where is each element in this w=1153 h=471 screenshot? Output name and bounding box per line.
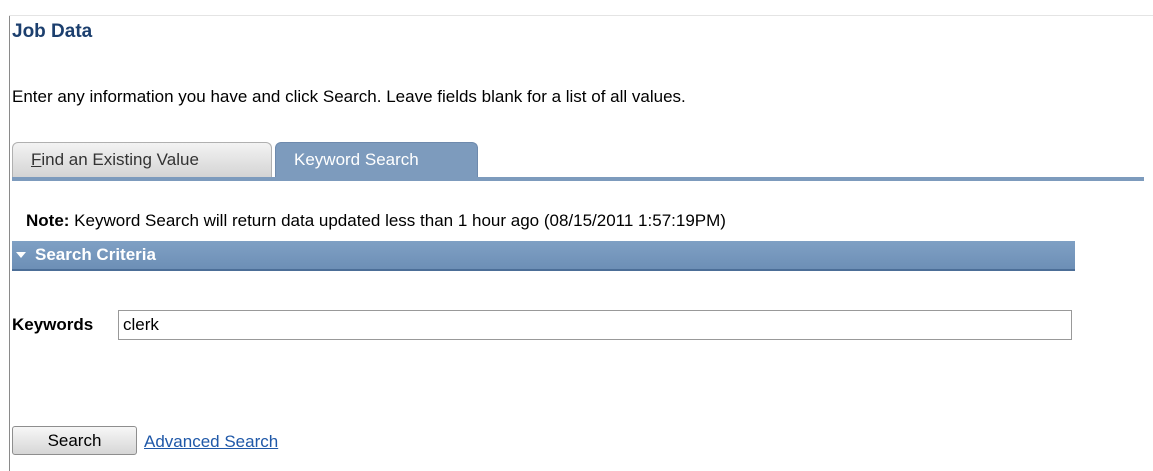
note-text: Note: Keyword Search will return data up… [26,211,726,231]
keywords-input[interactable] [118,310,1072,340]
tab-underline-rule [12,177,1144,181]
tab-keyword-search[interactable]: Keyword Search [275,142,478,177]
advanced-search-link[interactable]: Advanced Search [144,432,278,452]
frame-left-border [9,16,10,471]
tab-label: ind an Existing Value [41,150,199,169]
keywords-label: Keywords [12,315,94,334]
tab-accesskey-letter: F [31,150,42,169]
page-title: Job Data [12,21,93,42]
tab-label: Keyword Search [294,150,419,169]
note-body: Keyword Search will return data updated … [69,211,726,230]
instructions-text: Enter any information you have and click… [12,87,686,106]
note-prefix: Note: [26,211,70,230]
frame-top-border [9,15,1153,16]
search-button[interactable]: Search [12,426,137,455]
triangle-down-icon[interactable] [16,252,26,258]
tab-find-existing-value[interactable]: Find an Existing Value [12,142,272,177]
search-criteria-header[interactable]: Search Criteria [12,241,1075,271]
section-title: Search Criteria [35,245,156,264]
